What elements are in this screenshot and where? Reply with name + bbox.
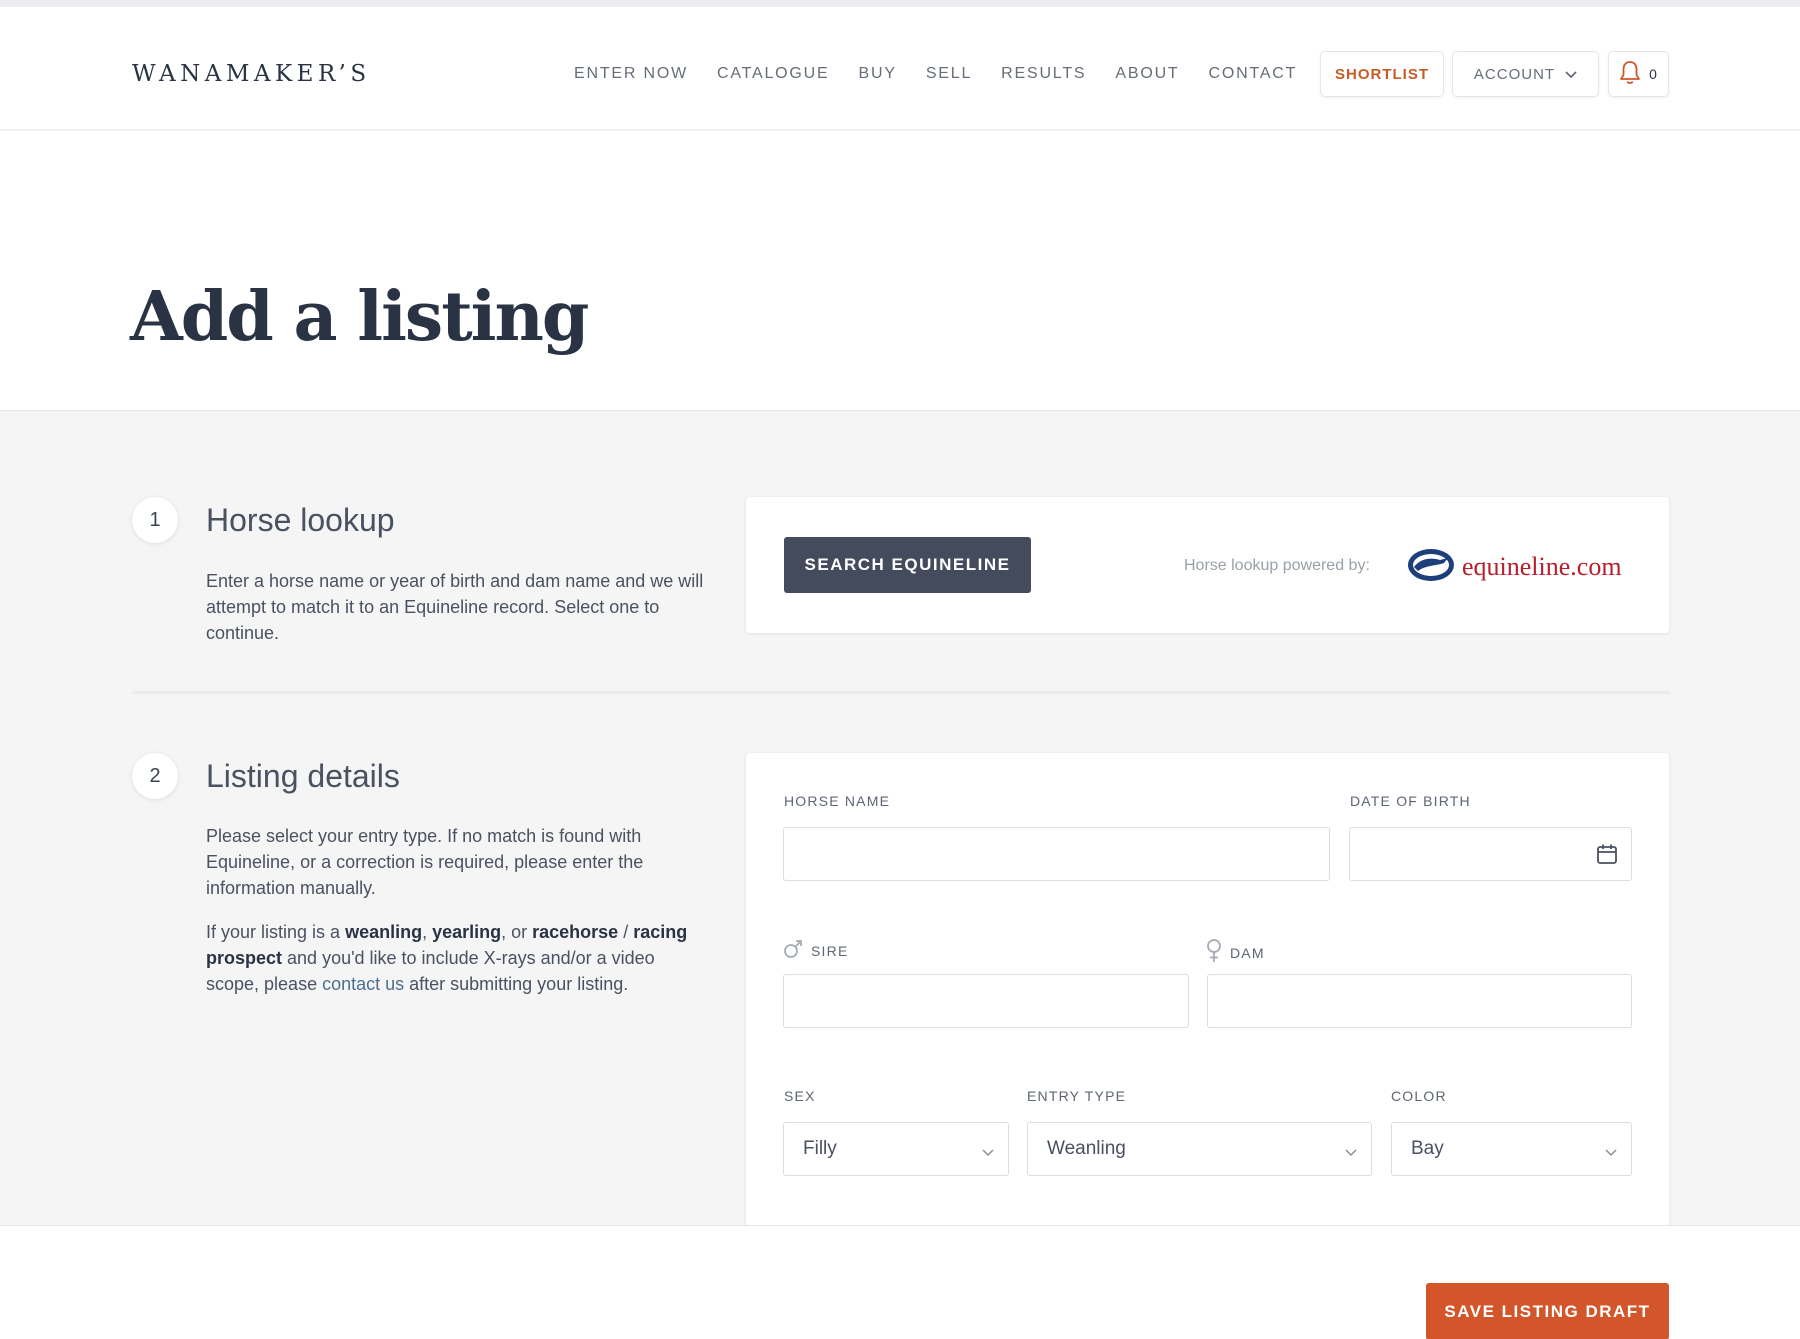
yearling-text: yearling: [432, 922, 502, 942]
sticky-footer: SAVE LISTING DRAFT: [0, 1225, 1800, 1339]
contact-us-link[interactable]: contact us: [322, 974, 404, 994]
powered-by-label: Horse lookup powered by:: [1184, 557, 1370, 574]
site-header: WANAMAKER’S ENTER NOW CATALOGUE BUY SELL…: [0, 7, 1800, 130]
notifications-button[interactable]: 0: [1608, 51, 1669, 97]
page-hero: Add a listing: [0, 131, 1800, 411]
horse-lookup-description: Enter a horse name or year of birth and …: [206, 571, 704, 643]
page-title: Add a listing: [130, 277, 589, 357]
notification-count: 0: [1649, 66, 1658, 82]
horse-lookup-title: Horse lookup: [206, 502, 395, 538]
nav-buy[interactable]: BUY: [859, 65, 897, 83]
search-equineline-button[interactable]: SEARCH EQUINELINE: [784, 537, 1031, 593]
entry-type-select[interactable]: Weanling: [1027, 1122, 1372, 1176]
top-strip: [0, 0, 1800, 7]
horse-name-label: HORSE NAME: [784, 793, 891, 809]
entry-type-selected-value: Weanling: [1047, 1138, 1126, 1159]
dam-label-text: DAM: [1230, 944, 1265, 961]
calendar-icon[interactable]: [1595, 842, 1619, 870]
listing-details-description: Please select your entry type. If no mat…: [206, 823, 698, 997]
nav-results[interactable]: RESULTS: [1001, 65, 1086, 83]
shortlist-label: SHORTLIST: [1335, 65, 1429, 83]
equineline-logo-icon: [1406, 547, 1456, 587]
female-icon: [1206, 939, 1222, 966]
section-divider: [132, 691, 1669, 694]
racehorse-text: racehorse: [532, 922, 619, 942]
color-label: COLOR: [1391, 1088, 1447, 1104]
weanling-text: weanling: [345, 922, 423, 942]
color-selected-value: Bay: [1411, 1138, 1444, 1159]
shortlist-button[interactable]: SHORTLIST: [1320, 51, 1444, 97]
entry-type-label: ENTRY TYPE: [1027, 1088, 1127, 1104]
sex-selected-value: Filly: [803, 1138, 837, 1159]
step-number-1: 1: [132, 497, 178, 543]
save-listing-draft-button[interactable]: SAVE LISTING DRAFT: [1426, 1283, 1669, 1339]
nav-enter-now[interactable]: ENTER NOW: [574, 65, 688, 83]
account-label: ACCOUNT: [1473, 65, 1556, 83]
dam-input[interactable]: [1207, 974, 1632, 1028]
sire-label-text: SIRE: [811, 942, 849, 959]
horse-name-input[interactable]: [783, 827, 1330, 881]
listing-details-paragraph-1: Please select your entry type. If no mat…: [206, 826, 644, 898]
date-of-birth-input[interactable]: [1349, 827, 1632, 881]
chevron-down-icon: [982, 1142, 994, 1161]
sex-label: SEX: [784, 1088, 816, 1104]
sire-label: SIRE: [783, 939, 848, 962]
horse-lookup-card: SEARCH EQUINELINE Horse lookup powered b…: [746, 497, 1669, 633]
chevron-down-icon: [1605, 1142, 1617, 1161]
date-of-birth-label: DATE OF BIRTH: [1350, 793, 1471, 809]
nav-contact[interactable]: CONTACT: [1209, 65, 1298, 83]
bell-icon: [1619, 60, 1641, 89]
equineline-logo-text: equineline.com: [1462, 552, 1622, 581]
listing-details-card: HORSE NAME DATE OF BIRTH SIRE DAM SEX Fi…: [746, 753, 1669, 1225]
step-number-2: 2: [132, 753, 178, 799]
equineline-logo[interactable]: equineline.com: [1406, 547, 1622, 587]
account-dropdown[interactable]: ACCOUNT: [1452, 51, 1599, 97]
male-icon: [783, 939, 803, 962]
listing-details-paragraph-2: If your listing is a weanling, yearling,…: [206, 922, 688, 994]
listing-details-title: Listing details: [206, 758, 400, 794]
color-select[interactable]: Bay: [1391, 1122, 1632, 1176]
brand-logo[interactable]: WANAMAKER’S: [132, 61, 371, 87]
dam-label: DAM: [1206, 939, 1265, 966]
sex-select[interactable]: Filly: [783, 1122, 1009, 1176]
main-nav: ENTER NOW CATALOGUE BUY SELL RESULTS ABO…: [574, 65, 1297, 83]
nav-sell[interactable]: SELL: [926, 65, 972, 83]
nav-catalogue[interactable]: CATALOGUE: [717, 65, 830, 83]
chevron-down-icon: [1345, 1142, 1357, 1161]
sire-input[interactable]: [783, 974, 1189, 1028]
nav-about[interactable]: ABOUT: [1115, 65, 1179, 83]
chevron-down-icon: [1565, 66, 1577, 83]
